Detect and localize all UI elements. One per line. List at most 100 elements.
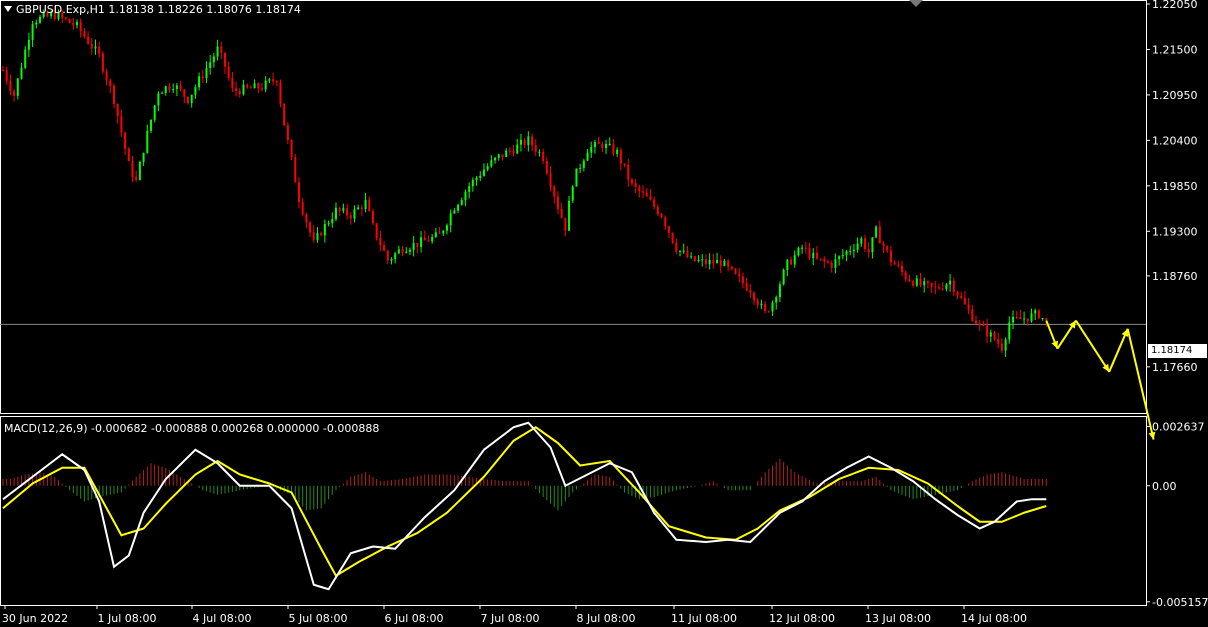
dropdown-triangle-icon[interactable]	[4, 6, 12, 12]
bear-candle	[971, 309, 974, 321]
time-tick-label: 5 Jul 08:00	[289, 612, 348, 625]
bull-candle	[475, 177, 478, 180]
bear-candle	[823, 258, 826, 262]
bear-candle	[13, 90, 16, 96]
bull-candle	[778, 284, 781, 298]
bull-candle	[394, 253, 397, 260]
bear-candle	[660, 214, 663, 218]
bull-candle	[490, 160, 493, 167]
bear-candle	[893, 262, 896, 265]
bull-candle	[323, 223, 326, 236]
bear-candle	[423, 237, 426, 241]
bear-candle	[653, 199, 656, 207]
bear-candle	[975, 320, 978, 324]
time-tick-label: 12 Jul 08:00	[769, 612, 835, 625]
bull-candle	[198, 76, 201, 88]
bull-candle	[194, 87, 197, 95]
bear-candle	[257, 83, 260, 89]
bear-candle	[427, 240, 430, 242]
bull-candle	[1030, 313, 1033, 322]
bear-candle	[745, 283, 748, 291]
chart-shift-marker-icon[interactable]	[909, 0, 923, 7]
bull-candle	[841, 255, 844, 257]
bull-candle	[149, 119, 152, 131]
bear-candle	[667, 226, 670, 233]
bull-candle	[575, 168, 578, 187]
bear-candle	[338, 207, 341, 211]
bear-candle	[560, 209, 563, 218]
bear-candle	[956, 291, 959, 296]
bull-candle	[568, 200, 571, 231]
bear-candle	[438, 232, 441, 234]
bull-candle	[1023, 318, 1026, 320]
bull-candle	[216, 46, 219, 57]
bear-candle	[756, 300, 759, 306]
bull-candle	[519, 139, 522, 145]
bear-candle	[952, 280, 955, 292]
macd-header: MACD(12,26,9) -0.000682 -0.000888 0.0002…	[4, 422, 380, 435]
time-tick-label: 4 Jul 08:00	[193, 612, 252, 625]
bull-candle	[579, 167, 582, 169]
bear-candle	[297, 182, 300, 202]
trading-chart[interactable]: 1.22050 1.21500 1.20950 1.20400 1.19850 1.193…	[0, 0, 1208, 627]
bear-candle	[719, 260, 722, 266]
bull-candle	[516, 144, 519, 154]
bull-candle	[690, 256, 693, 258]
bull-candle	[357, 207, 360, 210]
bear-candle	[1000, 343, 1003, 351]
bull-candle	[468, 186, 471, 192]
time-tick-label: 1 Jul 08:00	[98, 612, 157, 625]
bear-candle	[904, 272, 907, 280]
bull-candle	[494, 157, 497, 161]
bear-candle	[982, 324, 985, 326]
bull-candle	[212, 56, 215, 63]
bull-candle	[157, 93, 160, 106]
bear-candle	[656, 206, 659, 215]
bear-candle	[79, 21, 82, 32]
bull-candle	[845, 251, 848, 256]
bear-candle	[934, 286, 937, 288]
bear-candle	[72, 22, 75, 26]
bear-candle	[645, 192, 648, 197]
bear-candle	[101, 53, 104, 72]
projection-segment	[1075, 320, 1111, 373]
price-tick-label: 1.22050	[1152, 0, 1198, 11]
time-tick-label: 14 Jul 08:00	[961, 612, 1027, 625]
bear-candle	[346, 208, 349, 216]
bull-candle	[771, 302, 774, 312]
bear-candle	[120, 116, 123, 133]
bear-candle	[283, 103, 286, 126]
bull-candle	[582, 160, 585, 168]
bear-candle	[919, 278, 922, 286]
price-tick-label: 1.20400	[1152, 134, 1198, 147]
bear-candle	[87, 36, 90, 44]
bear-candle	[1037, 310, 1040, 319]
bull-candle	[586, 152, 589, 161]
bull-candle	[434, 232, 437, 237]
bull-candle	[408, 249, 411, 252]
bull-candle	[871, 237, 874, 253]
price-tick-label: 1.19300	[1152, 225, 1198, 238]
bear-candle	[512, 150, 515, 154]
bull-candle	[431, 236, 434, 242]
bull-candle	[838, 256, 841, 260]
bull-candle	[797, 247, 800, 256]
bear-candle	[260, 88, 263, 90]
bull-candle	[915, 278, 918, 286]
bear-candle	[790, 259, 793, 265]
bear-candle	[827, 261, 830, 263]
bear-candle	[360, 207, 363, 210]
bull-candle	[412, 243, 415, 250]
time-tick-label: 13 Jul 08:00	[865, 612, 931, 625]
bear-candle	[375, 223, 378, 238]
bear-candle	[131, 161, 134, 177]
bull-candle	[35, 22, 38, 25]
bear-candle	[386, 250, 389, 261]
bear-candle	[623, 163, 626, 165]
bear-candle	[201, 76, 204, 79]
bear-candle	[368, 199, 371, 212]
bull-candle	[923, 281, 926, 286]
bull-candle	[457, 204, 460, 211]
time-tick-label: 6 Jul 08:00	[385, 612, 444, 625]
bear-candle	[704, 259, 707, 265]
